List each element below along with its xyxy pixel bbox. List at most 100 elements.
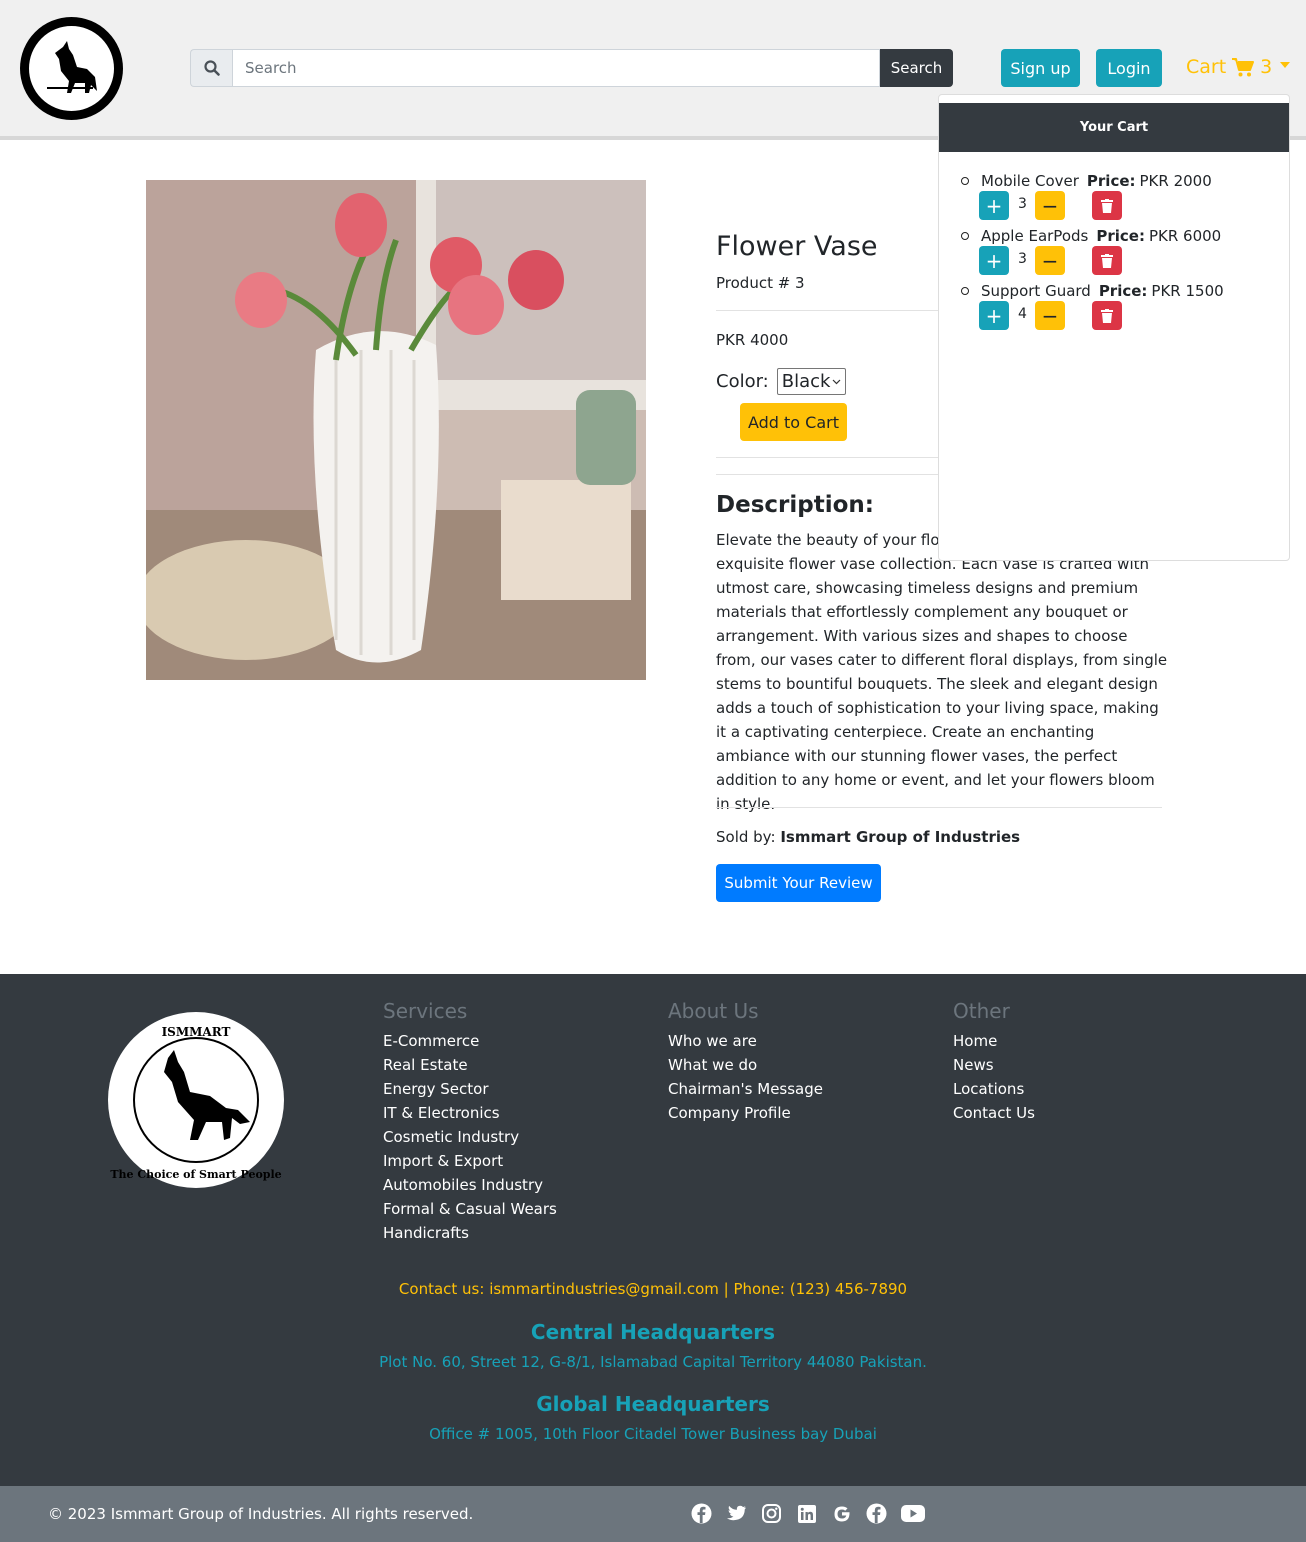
search-button[interactable]: Search (880, 49, 953, 87)
footer-about: About Us Who we are What we do Chairman'… (668, 999, 823, 1125)
other-heading: Other (953, 999, 1010, 1023)
google-icon[interactable] (831, 1503, 852, 1524)
instagram-icon[interactable] (761, 1503, 782, 1524)
about-heading: About Us (668, 999, 759, 1023)
cart-item-price: PKR 1500 (1151, 282, 1224, 300)
footer-link[interactable]: What we do (668, 1053, 823, 1077)
svg-text:The Choice of Smart People: The Choice of Smart People (110, 1168, 281, 1181)
central-hq-title: Central Headquarters (530, 1320, 776, 1344)
cart-item: Support Guard Price: PKR 1500 + 4 − (961, 282, 1281, 330)
svg-text:ISMMART: ISMMART (162, 1025, 231, 1039)
footer-link[interactable]: Home (953, 1029, 1035, 1053)
central-hq-address: Plot No. 60, Street 12, G-8/1, Islamabad… (379, 1353, 927, 1371)
cart-item-price: PKR 6000 (1148, 227, 1222, 245)
copyright: © 2023 Ismmart Group of Industries. All … (48, 1505, 474, 1523)
footer-link[interactable]: Handicrafts (383, 1221, 557, 1245)
decrease-quantity-button[interactable]: − (1035, 246, 1065, 275)
bullet-icon (961, 287, 969, 295)
product-image (146, 180, 646, 680)
global-hq-address: Office # 1005, 10th Floor Citadel Tower … (429, 1425, 877, 1443)
cart-item-quantity: 3 (1018, 196, 1027, 212)
linkedin-icon[interactable] (796, 1503, 817, 1524)
decrease-quantity-button[interactable]: − (1035, 301, 1065, 330)
facebook-icon[interactable] (691, 1503, 712, 1524)
sold-by: Sold by: Ismmart Group of Industries (716, 828, 1020, 846)
footer-link[interactable]: Real Estate (383, 1053, 557, 1077)
wolf-logo-icon (47, 41, 97, 93)
price-label: Price: (1096, 227, 1145, 245)
login-button[interactable]: Login (1096, 49, 1162, 87)
footer-link[interactable]: Import & Export (383, 1149, 557, 1173)
submit-review-button[interactable]: Submit Your Review (716, 864, 881, 902)
social-links (691, 1503, 925, 1524)
services-heading: Services (383, 999, 468, 1023)
increase-quantity-button[interactable]: + (979, 246, 1009, 275)
description-title: Description: (716, 492, 874, 518)
footer-other: Other Home News Locations Contact Us (953, 999, 1035, 1125)
footer-contact: Contact us: ismmartindustries@gmail.com … (398, 1280, 908, 1298)
shopping-cart-icon (1232, 57, 1255, 76)
trash-icon (1101, 308, 1113, 323)
signup-button[interactable]: Sign up (1001, 49, 1080, 87)
increase-quantity-button[interactable]: + (979, 301, 1009, 330)
cart-title: Your Cart (939, 103, 1289, 152)
site-footer: ISMMART The Choice of Smart People Servi… (0, 974, 1306, 1486)
footer-link[interactable]: Locations (953, 1077, 1035, 1101)
youtube-icon[interactable] (901, 1503, 925, 1524)
footer-services: Services E-Commerce Real Estate Energy S… (383, 999, 557, 1245)
cart-dropdown-toggle[interactable]: Cart 3 (1186, 56, 1291, 78)
bullet-icon (961, 232, 969, 240)
footer-link[interactable]: Contact Us (953, 1101, 1035, 1125)
bullet-icon (961, 177, 969, 185)
increase-quantity-button[interactable]: + (979, 191, 1009, 220)
cart-item-name: Support Guard (981, 282, 1091, 300)
price-label: Price: (1086, 172, 1136, 190)
color-select[interactable]: Black (776, 368, 846, 395)
trash-icon (1101, 253, 1113, 268)
cart-item: Apple EarPods Price: PKR 6000 + 3 − (961, 227, 1281, 275)
search-icon (190, 49, 232, 87)
footer-link[interactable]: News (953, 1053, 1035, 1077)
footer-link[interactable]: Who we are (668, 1029, 823, 1053)
color-row: Color: Black (716, 368, 846, 395)
cart-item-name: Apple EarPods (981, 227, 1089, 245)
footer-link[interactable]: Cosmetic Industry (383, 1125, 557, 1149)
bottom-bar: © 2023 Ismmart Group of Industries. All … (0, 1486, 1306, 1542)
trash-icon (1101, 198, 1113, 213)
facebook-icon[interactable] (866, 1503, 887, 1524)
footer-link[interactable]: IT & Electronics (383, 1101, 557, 1125)
cart-item-price: PKR 2000 (1139, 172, 1212, 190)
delete-item-button[interactable] (1092, 246, 1122, 275)
cart-item-quantity: 3 (1018, 251, 1027, 267)
search-input[interactable] (232, 49, 880, 87)
cart-label: Cart (1186, 56, 1227, 78)
delete-item-button[interactable] (1092, 301, 1122, 330)
footer-link[interactable]: Formal & Casual Wears (383, 1197, 557, 1221)
price-label: Price: (1098, 282, 1148, 300)
color-label: Color: (716, 371, 769, 392)
description-text: Elevate the beauty of your floral arrang… (716, 531, 1168, 813)
cart-item-quantity: 4 (1018, 306, 1027, 322)
cart-dropdown-menu: Your Cart Mobile Cover Price: PKR 2000 +… (938, 94, 1290, 561)
add-to-cart-button[interactable]: Add to Cart (740, 403, 847, 441)
sold-by-label: Sold by: (716, 828, 776, 846)
decrease-quantity-button[interactable]: − (1035, 191, 1065, 220)
footer-link[interactable]: Energy Sector (383, 1077, 557, 1101)
footer-link[interactable]: Chairman's Message (668, 1077, 823, 1101)
chevron-down-icon (1280, 62, 1291, 68)
cart-item-name: Mobile Cover (981, 172, 1079, 190)
ismmart-logo[interactable] (20, 17, 123, 120)
cart-item: Mobile Cover Price: PKR 2000 + 3 − (961, 172, 1281, 220)
cart-count: 3 (1260, 56, 1273, 78)
footer-link[interactable]: Company Profile (668, 1101, 823, 1125)
delete-item-button[interactable] (1092, 191, 1122, 220)
twitter-icon[interactable] (726, 1503, 747, 1524)
ismmart-footer-logo: ISMMART The Choice of Smart People (108, 1012, 284, 1188)
chevron-down-icon (832, 379, 841, 384)
footer-link[interactable]: E-Commerce (383, 1029, 557, 1053)
product-price: PKR 4000 (716, 331, 789, 349)
footer-link[interactable]: Automobiles Industry (383, 1173, 557, 1197)
seller-name: Ismmart Group of Industries (780, 828, 1021, 846)
global-hq-title: Global Headquarters (536, 1392, 770, 1416)
divider (716, 807, 1162, 808)
